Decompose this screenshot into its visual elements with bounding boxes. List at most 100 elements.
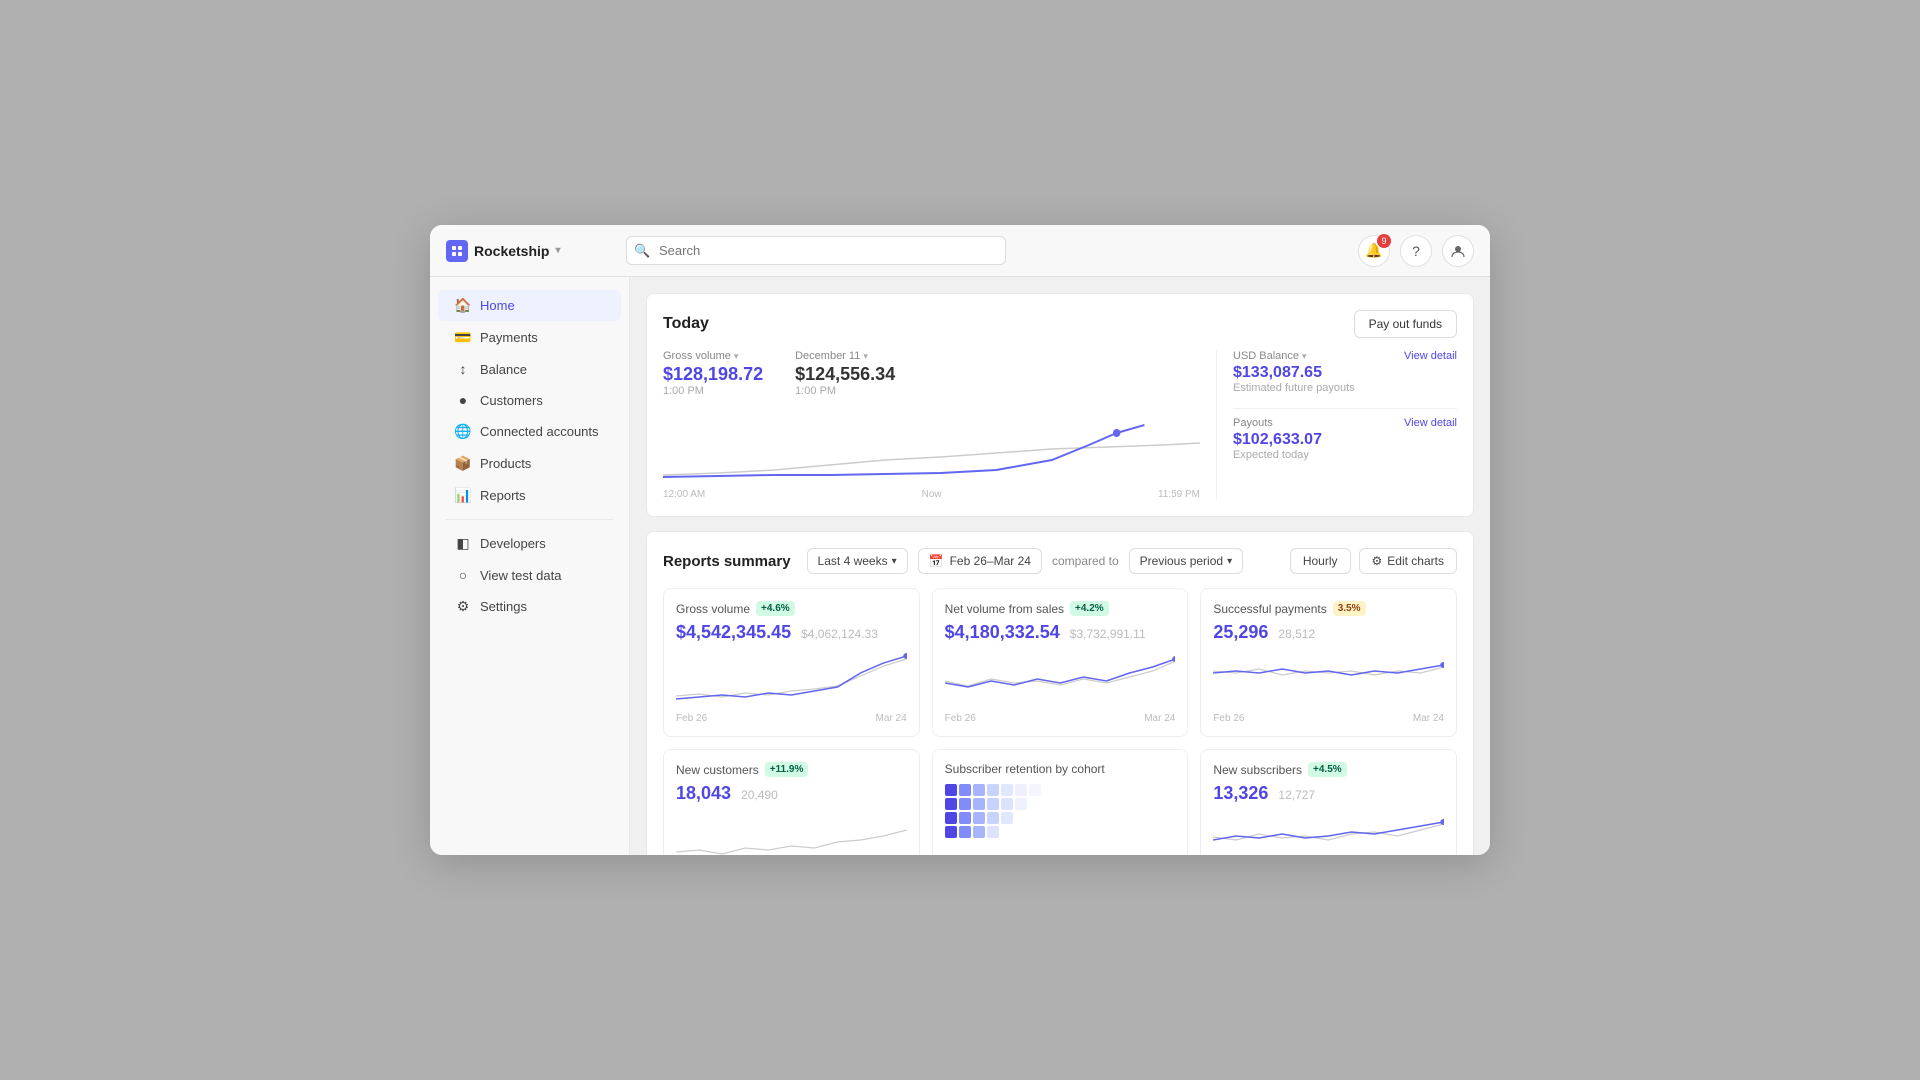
stat-net-volume-footer: Feb 26 Mar 24 bbox=[945, 713, 1176, 724]
stat-net-volume-badge: +4.2% bbox=[1070, 601, 1109, 616]
help-button[interactable]: ? bbox=[1400, 235, 1432, 267]
stat-new-customers-name: New customers bbox=[676, 763, 759, 777]
account-button[interactable] bbox=[1442, 235, 1474, 267]
reports-title: Reports summary bbox=[663, 553, 791, 570]
customers-icon: ● bbox=[454, 392, 472, 408]
gross-volume-time: 1:00 PM bbox=[663, 385, 763, 397]
brand-icon bbox=[446, 240, 468, 262]
payouts-sub: Expected today bbox=[1233, 449, 1457, 461]
gross-volume-label: Gross volume ▾ bbox=[663, 350, 763, 362]
sidebar-item-customers[interactable]: ● Customers bbox=[438, 385, 621, 415]
stat-net-volume-values: $4,180,332.54 $3,732,991.11 bbox=[945, 622, 1176, 643]
stat-new-subscribers-values: 13,326 12,727 bbox=[1213, 783, 1444, 804]
calendar-icon: 📅 bbox=[929, 554, 944, 568]
gross-volume-value: $128,198.72 bbox=[663, 364, 763, 385]
time-filter-chevron: ▾ bbox=[892, 556, 897, 567]
stat-new-customers-secondary: 20,490 bbox=[741, 788, 778, 802]
cohort-cell bbox=[973, 784, 985, 796]
previous-period-button[interactable]: Previous period ▾ bbox=[1129, 548, 1243, 574]
stat-gross-volume-chart bbox=[676, 651, 907, 706]
test-data-icon: ○ bbox=[454, 567, 472, 583]
sidebar-item-home[interactable]: 🏠 Home bbox=[438, 290, 621, 321]
today-balance-area: USD Balance ▾ View detail $133,087.65 Es… bbox=[1217, 350, 1457, 500]
time-filter-button[interactable]: Last 4 weeks ▾ bbox=[807, 548, 908, 574]
stat-subscriber-retention-name: Subscriber retention by cohort bbox=[945, 762, 1105, 776]
cohort-cell bbox=[945, 784, 957, 796]
prev-period-chevron: ▾ bbox=[1227, 556, 1232, 567]
nav-divider bbox=[446, 519, 613, 520]
gross-volume-chevron: ▾ bbox=[734, 351, 739, 362]
stat-grid: Gross volume +4.6% $4,542,345.45 $4,062,… bbox=[663, 588, 1457, 855]
stat-new-customers-chart bbox=[676, 812, 907, 855]
cohort-cell bbox=[973, 826, 985, 838]
stat-gross-volume-header: Gross volume +4.6% bbox=[676, 601, 907, 616]
cohort-cell bbox=[973, 812, 985, 824]
stat-successful-payments-chart bbox=[1213, 651, 1444, 706]
today-chart-area: Gross volume ▾ $128,198.72 1:00 PM Decem… bbox=[663, 350, 1217, 500]
usd-balance-chevron: ▾ bbox=[1302, 351, 1307, 362]
date-value: $124,556.34 bbox=[795, 364, 895, 385]
edit-charts-button[interactable]: ⚙ Edit charts bbox=[1359, 548, 1457, 574]
reports-actions: Hourly ⚙ Edit charts bbox=[1290, 548, 1457, 574]
sidebar-item-developers[interactable]: ◧ Developers bbox=[438, 528, 621, 559]
search-input[interactable] bbox=[626, 236, 1006, 265]
today-body: Gross volume ▾ $128,198.72 1:00 PM Decem… bbox=[663, 350, 1457, 500]
sidebar-item-payments[interactable]: 💳 Payments bbox=[438, 322, 621, 353]
stat-gross-volume-primary: $4,542,345.45 bbox=[676, 622, 791, 643]
stat-successful-payments-name: Successful payments bbox=[1213, 602, 1326, 616]
payouts-link[interactable]: View detail bbox=[1404, 417, 1457, 429]
stat-net-volume-chart bbox=[945, 651, 1176, 706]
hourly-button[interactable]: Hourly bbox=[1290, 548, 1351, 574]
usd-balance-sub: Estimated future payouts bbox=[1233, 382, 1457, 394]
sidebar-item-balance[interactable]: ↕ Balance bbox=[438, 354, 621, 384]
stat-new-subscribers-name: New subscribers bbox=[1213, 763, 1302, 777]
cohort-cell bbox=[1001, 784, 1013, 796]
cohort-cell bbox=[945, 812, 957, 824]
date-range-button[interactable]: 📅 Feb 26–Mar 24 bbox=[918, 548, 1042, 574]
sidebar-item-view-test-data[interactable]: ○ View test data bbox=[438, 560, 621, 590]
stat-successful-payments-header: Successful payments 3.5% bbox=[1213, 601, 1444, 616]
cohort-cell bbox=[959, 826, 971, 838]
payout-button[interactable]: Pay out funds bbox=[1354, 310, 1457, 338]
reports-header: Reports summary Last 4 weeks ▾ 📅 Feb 26–… bbox=[663, 548, 1457, 574]
stat-gross-volume-footer: Feb 26 Mar 24 bbox=[676, 713, 907, 724]
payouts-label: Payouts bbox=[1233, 417, 1273, 429]
today-title: Today bbox=[663, 315, 709, 333]
cohort-cell bbox=[1029, 784, 1041, 796]
cohort-visualization bbox=[945, 784, 1176, 838]
stat-card-successful-payments: Successful payments 3.5% 25,296 28,512 bbox=[1200, 588, 1457, 737]
stat-new-customers-primary: 18,043 bbox=[676, 783, 731, 804]
stat-successful-payments-badge: 3.5% bbox=[1333, 601, 1366, 616]
top-actions: 🔔 9 ? bbox=[1358, 235, 1474, 267]
brand: Rocketship ▾ bbox=[446, 240, 626, 262]
stat-gross-volume-badge: +4.6% bbox=[756, 601, 795, 616]
stat-net-volume-secondary: $3,732,991.11 bbox=[1070, 627, 1146, 641]
top-bar: Rocketship ▾ 🔍 🔔 9 ? bbox=[430, 225, 1490, 277]
sidebar-item-products[interactable]: 📦 Products bbox=[438, 448, 621, 479]
cohort-cell bbox=[987, 826, 999, 838]
stat-subscriber-retention-header: Subscriber retention by cohort bbox=[945, 762, 1176, 776]
stat-new-subscribers-chart bbox=[1213, 812, 1444, 855]
cohort-row-1 bbox=[945, 784, 1176, 796]
sidebar-item-reports[interactable]: 📊 Reports bbox=[438, 480, 621, 511]
sidebar-item-connected-accounts[interactable]: 🌐 Connected accounts bbox=[438, 416, 621, 447]
compared-to-label: compared to bbox=[1052, 554, 1119, 568]
stat-gross-volume-secondary: $4,062,124.33 bbox=[801, 627, 878, 641]
today-card: Today Pay out funds Gross volume ▾ $128,… bbox=[646, 293, 1474, 517]
notifications-button[interactable]: 🔔 9 bbox=[1358, 235, 1390, 267]
usd-balance-link[interactable]: View detail bbox=[1404, 350, 1457, 362]
stat-new-subscribers-header: New subscribers +4.5% bbox=[1213, 762, 1444, 777]
settings-icon: ⚙ bbox=[454, 598, 472, 615]
cohort-cell bbox=[1015, 798, 1027, 810]
connected-accounts-icon: 🌐 bbox=[454, 423, 472, 440]
stat-new-customers-values: 18,043 20,490 bbox=[676, 783, 907, 804]
balance-divider bbox=[1233, 408, 1457, 409]
stat-gross-volume-name: Gross volume bbox=[676, 602, 750, 616]
notifications-badge: 9 bbox=[1377, 234, 1391, 248]
stat-new-customers-header: New customers +11.9% bbox=[676, 762, 907, 777]
stat-new-subscribers-primary: 13,326 bbox=[1213, 783, 1268, 804]
cohort-cell bbox=[1015, 784, 1027, 796]
cohort-cell bbox=[1001, 798, 1013, 810]
app-window: Rocketship ▾ 🔍 🔔 9 ? bbox=[430, 225, 1490, 855]
sidebar-item-settings[interactable]: ⚙ Settings bbox=[438, 591, 621, 622]
